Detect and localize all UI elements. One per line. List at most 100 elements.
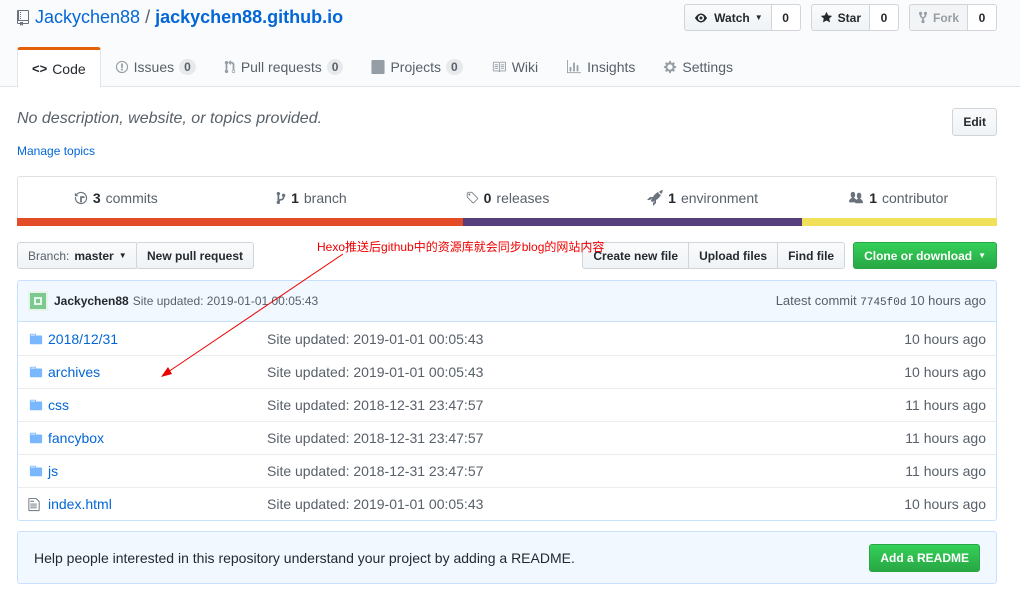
environment-label: environment bbox=[680, 190, 758, 206]
pull-requests-counter: 0 bbox=[326, 59, 344, 75]
gear-icon bbox=[664, 60, 677, 74]
chevron-down-icon: ▼ bbox=[978, 251, 986, 260]
contributor-count: 1 bbox=[869, 190, 877, 206]
file-actions: Create new file Upload files Find file C… bbox=[582, 242, 997, 269]
manage-topics-link[interactable]: Manage topics bbox=[17, 144, 95, 158]
history-icon bbox=[74, 191, 87, 205]
fork-label: Fork bbox=[932, 10, 959, 25]
watch-group: Watch ▼ 0 bbox=[684, 4, 801, 31]
repo-description: No description, website, or topics provi… bbox=[17, 110, 323, 127]
file-icon bbox=[28, 497, 48, 512]
contributor-link[interactable]: 1 contributor bbox=[800, 177, 996, 219]
tab-label: Code bbox=[52, 60, 86, 77]
file-name-link[interactable]: js bbox=[48, 463, 267, 479]
file-name-link[interactable]: 2018/12/31 bbox=[48, 331, 267, 347]
repo-icon bbox=[17, 9, 29, 26]
commits-link[interactable]: 3 commits bbox=[18, 177, 214, 219]
new-pull-request-button[interactable]: New pull request bbox=[136, 242, 255, 269]
tab-wiki[interactable]: Wiki bbox=[477, 47, 552, 87]
table-row: css Site updated: 2018-12-31 23:47:57 11… bbox=[18, 388, 996, 421]
rocket-icon bbox=[647, 190, 664, 206]
releases-label: releases bbox=[496, 190, 550, 206]
file-commit-message[interactable]: Site updated: 2019-01-01 00:05:43 bbox=[267, 364, 904, 380]
table-row: archives Site updated: 2019-01-01 00:05:… bbox=[18, 355, 996, 388]
commit-age: 10 hours ago bbox=[910, 293, 986, 308]
repo-nav-tabs: <> Code Issues 0 Pull requests 0 Project… bbox=[17, 47, 747, 88]
fork-icon bbox=[918, 11, 928, 24]
folder-icon bbox=[28, 398, 48, 412]
file-commit-message[interactable]: Site updated: 2018-12-31 23:47:57 bbox=[267, 430, 905, 446]
watch-count[interactable]: 0 bbox=[771, 4, 801, 31]
environment-count: 1 bbox=[668, 190, 676, 206]
file-name-link[interactable]: fancybox bbox=[48, 430, 267, 446]
tab-settings[interactable]: Settings bbox=[649, 47, 747, 87]
environment-link[interactable]: 1 environment bbox=[605, 177, 801, 219]
fork-count[interactable]: 0 bbox=[968, 4, 997, 31]
edit-description-button[interactable]: Edit bbox=[952, 108, 997, 136]
file-name-link[interactable]: index.html bbox=[48, 496, 267, 512]
commits-count: 3 bbox=[92, 190, 101, 206]
commit-author[interactable]: Jackychen88 bbox=[54, 294, 129, 308]
branch-select-button[interactable]: Branch: master ▼ bbox=[17, 242, 138, 269]
tab-insights[interactable]: Insights bbox=[552, 47, 649, 87]
readme-prompt-text: Help people interested in this repositor… bbox=[34, 549, 575, 566]
issue-icon bbox=[115, 60, 128, 74]
watch-button[interactable]: Watch ▼ bbox=[684, 4, 772, 31]
tab-code[interactable]: <> Code bbox=[17, 47, 101, 88]
star-count[interactable]: 0 bbox=[869, 4, 899, 31]
branch-name: master bbox=[74, 248, 114, 263]
star-button[interactable]: Star bbox=[810, 4, 870, 31]
file-commit-message[interactable]: Site updated: 2019-01-01 00:05:43 bbox=[267, 496, 904, 512]
language-bar[interactable] bbox=[17, 218, 997, 226]
chevron-down-icon: ▼ bbox=[118, 251, 127, 260]
file-commit-message[interactable]: Site updated: 2018-12-31 23:47:57 bbox=[267, 463, 905, 479]
table-row: 2018/12/31 Site updated: 2019-01-01 00:0… bbox=[18, 322, 996, 355]
clone-or-download-button[interactable]: Clone or download ▼ bbox=[853, 242, 997, 269]
fork-group: Fork 0 bbox=[908, 4, 997, 31]
latest-commit-bar: Jackychen88 Site updated: 2019-01-01 00:… bbox=[17, 280, 997, 322]
fork-button[interactable]: Fork bbox=[908, 4, 968, 31]
file-age: 10 hours ago bbox=[904, 496, 986, 512]
releases-count: 0 bbox=[483, 190, 492, 206]
find-file-button[interactable]: Find file bbox=[777, 242, 846, 269]
file-name-link[interactable]: css bbox=[48, 397, 267, 413]
repo-title: Jackychen88 / jackychen88.github.io bbox=[17, 7, 343, 28]
file-commit-message[interactable]: Site updated: 2018-12-31 23:47:57 bbox=[267, 397, 905, 413]
avatar[interactable] bbox=[28, 291, 48, 311]
tab-pull-requests[interactable]: Pull requests 0 bbox=[210, 47, 358, 87]
owner-link[interactable]: Jackychen88 bbox=[35, 7, 140, 28]
add-readme-button[interactable]: Add a README bbox=[869, 543, 980, 572]
language-segment[interactable] bbox=[462, 218, 802, 226]
tab-label: Wiki bbox=[511, 59, 539, 75]
tab-label: Projects bbox=[390, 59, 442, 75]
tab-projects[interactable]: Projects 0 bbox=[357, 47, 476, 87]
repo-name-link[interactable]: jackychen88.github.io bbox=[155, 7, 343, 28]
commit-message[interactable]: Site updated: 2019-01-01 00:05:43 bbox=[133, 294, 318, 308]
file-name-link[interactable]: archives bbox=[48, 364, 267, 380]
tab-issues[interactable]: Issues 0 bbox=[101, 47, 210, 87]
branch-label: branch bbox=[303, 190, 347, 206]
contributor-label: contributor bbox=[881, 190, 949, 206]
folder-icon bbox=[28, 431, 48, 445]
releases-link[interactable]: 0 releases bbox=[409, 177, 605, 219]
repo-header: Jackychen88 / jackychen88.github.io Watc… bbox=[0, 0, 1020, 88]
issues-counter: 0 bbox=[179, 59, 196, 75]
file-age: 11 hours ago bbox=[905, 430, 986, 446]
commit-sha[interactable]: 7745f0d bbox=[860, 297, 906, 309]
branch-icon bbox=[276, 191, 286, 205]
tab-label: Issues bbox=[133, 59, 175, 75]
upload-files-button[interactable]: Upload files bbox=[688, 242, 779, 269]
repo-actions: Watch ▼ 0 Star 0 Fork 0 bbox=[684, 4, 997, 31]
projects-counter: 0 bbox=[446, 59, 463, 75]
branch-link[interactable]: 1 branch bbox=[214, 177, 410, 219]
file-age: 11 hours ago bbox=[905, 397, 986, 413]
language-segment[interactable] bbox=[17, 218, 463, 226]
chevron-down-icon: ▼ bbox=[754, 13, 763, 22]
file-commit-message[interactable]: Site updated: 2019-01-01 00:05:43 bbox=[267, 331, 904, 347]
file-age: 11 hours ago bbox=[905, 463, 986, 479]
table-row: js Site updated: 2018-12-31 23:47:57 11 … bbox=[18, 454, 996, 487]
watch-label: Watch bbox=[714, 10, 750, 25]
star-icon bbox=[820, 11, 832, 23]
language-segment[interactable] bbox=[801, 218, 997, 226]
path-separator: / bbox=[145, 7, 151, 27]
